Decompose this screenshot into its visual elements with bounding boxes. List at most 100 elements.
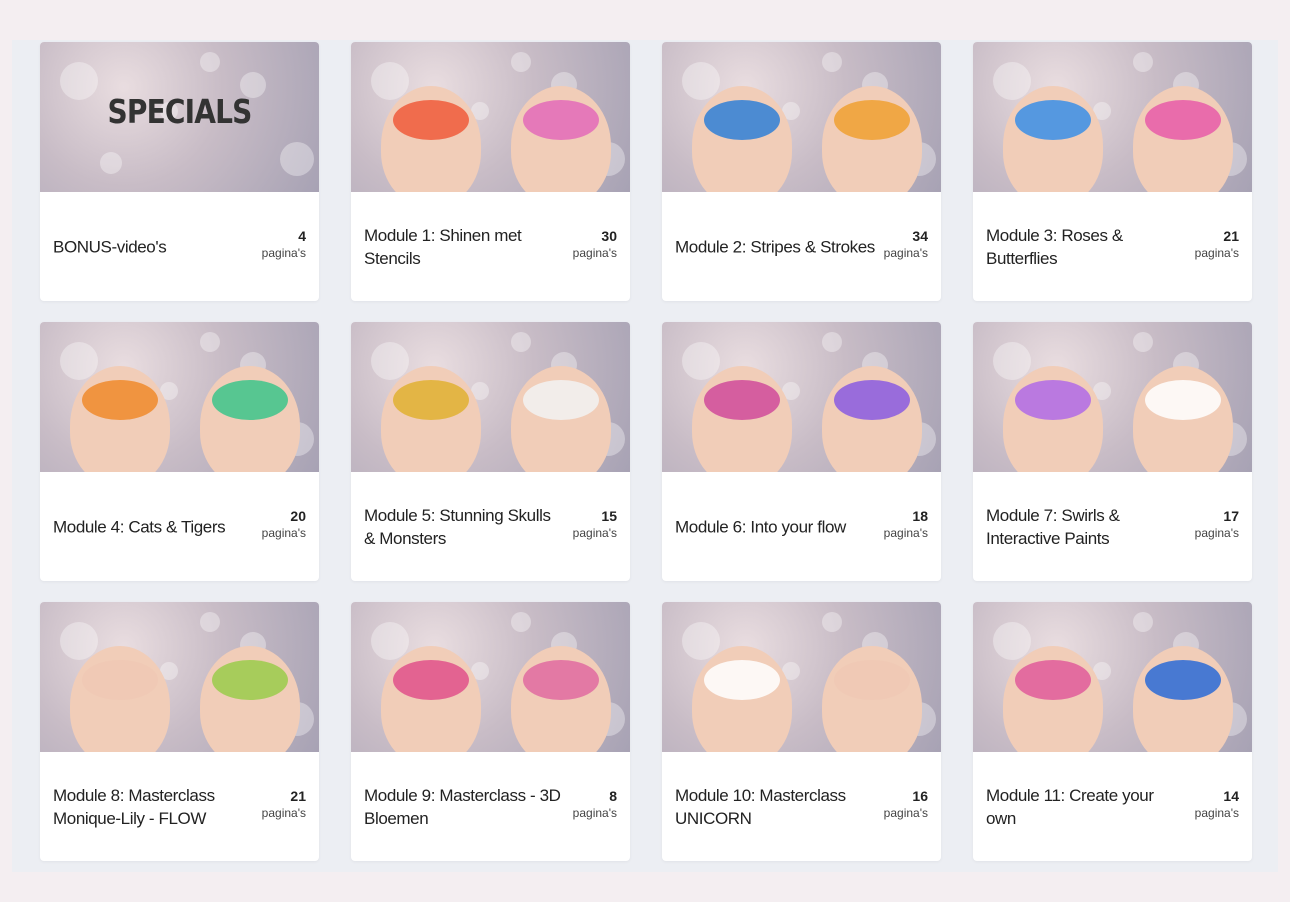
face-paint [82,380,158,420]
face-photo [1003,86,1103,192]
module-title[interactable]: BONUS-video's [53,235,253,258]
face-paint [834,660,910,700]
page-count-unit: pagina's [261,526,306,540]
bokeh-light [280,142,314,176]
face-paint [704,100,780,140]
thumbnail-title: SPECIALS [107,92,253,131]
module-thumbnail[interactable] [662,322,941,472]
face-paint [393,380,469,420]
module-title[interactable]: Module 11: Create your own [986,784,1186,830]
module-thumbnail[interactable] [351,42,630,192]
module-thumbnail[interactable] [973,322,1252,472]
page-count-number: 17 [1223,508,1239,524]
module-card-3[interactable]: Module 2: Stripes & Strokes 34 pagina's [662,42,941,301]
module-info: Module 1: Shinen met Stencils 30 pagina'… [351,192,630,301]
module-thumbnail[interactable] [40,602,319,752]
face-photo [381,86,481,192]
module-info: Module 5: Stunning Skulls & Monsters 15 … [351,472,630,581]
page-count-unit: pagina's [1194,806,1239,820]
face-photo [692,86,792,192]
module-card-8[interactable]: Module 7: Swirls & Interactive Paints 17… [973,322,1252,581]
face-paint [523,380,599,420]
page-count-unit: pagina's [261,246,306,260]
module-thumbnail[interactable] [973,42,1252,192]
face-paint [523,660,599,700]
face-photo [1133,646,1233,752]
face-paint [393,660,469,700]
page-count-unit: pagina's [1194,526,1239,540]
face-paint [834,100,910,140]
face-paint [212,660,288,700]
face-photo [1003,646,1103,752]
face-paint [212,380,288,420]
module-card-4[interactable]: Module 3: Roses & Butterflies 21 pagina'… [973,42,1252,301]
module-info: Module 3: Roses & Butterflies 21 pagina'… [973,192,1252,301]
module-card-5[interactable]: Module 4: Cats & Tigers 20 pagina's [40,322,319,581]
page-count-number: 21 [290,788,306,804]
module-title[interactable]: Module 3: Roses & Butterflies [986,224,1186,270]
module-title[interactable]: Module 6: Into your flow [675,515,875,538]
face-paint [393,100,469,140]
module-title[interactable]: Module 7: Swirls & Interactive Paints [986,504,1186,550]
module-card-12[interactable]: Module 11: Create your own 14 pagina's [973,602,1252,861]
page-count-number: 30 [601,228,617,244]
face-paint [1015,660,1091,700]
face-photo [1003,366,1103,472]
face-photo [692,366,792,472]
module-info: BONUS-video's 4 pagina's [40,192,319,301]
page-count-unit: pagina's [261,806,306,820]
module-title[interactable]: Module 8: Masterclass Monique-Lily - FLO… [53,784,253,830]
module-thumbnail[interactable] [351,322,630,472]
module-card-2[interactable]: Module 1: Shinen met Stencils 30 pagina'… [351,42,630,301]
bokeh-light [1133,52,1153,72]
face-photo [381,646,481,752]
page-count: 15 pagina's [573,507,617,541]
module-thumbnail[interactable] [973,602,1252,752]
face-photo [70,646,170,752]
page-count-number: 4 [298,228,306,244]
module-card-1[interactable]: SPECIALS BONUS-video's 4 pagina's [40,42,319,301]
page-count-number: 16 [912,788,928,804]
module-info: Module 6: Into your flow 18 pagina's [662,472,941,581]
face-paint [704,380,780,420]
module-info: Module 8: Masterclass Monique-Lily - FLO… [40,752,319,861]
module-info: Module 2: Stripes & Strokes 34 pagina's [662,192,941,301]
module-info: Module 11: Create your own 14 pagina's [973,752,1252,861]
module-thumbnail[interactable] [40,322,319,472]
page-count: 34 pagina's [884,227,928,261]
module-thumbnail[interactable] [662,42,941,192]
face-paint [1015,100,1091,140]
face-paint [834,380,910,420]
face-photo [692,646,792,752]
page-count-number: 20 [290,508,306,524]
module-card-10[interactable]: Module 9: Masterclass - 3D Bloemen 8 pag… [351,602,630,861]
face-photo [511,366,611,472]
page-count: 8 pagina's [573,787,617,821]
page-count: 4 pagina's [262,227,306,261]
module-title[interactable]: Module 2: Stripes & Strokes [675,235,875,258]
page-count-number: 14 [1223,788,1239,804]
module-card-9[interactable]: Module 8: Masterclass Monique-Lily - FLO… [40,602,319,861]
module-title[interactable]: Module 5: Stunning Skulls & Monsters [364,504,564,550]
module-thumbnail[interactable]: SPECIALS [40,42,319,192]
module-card-11[interactable]: Module 10: Masterclass UNICORN 16 pagina… [662,602,941,861]
page-count: 16 pagina's [884,787,928,821]
module-info: Module 4: Cats & Tigers 20 pagina's [40,472,319,581]
module-card-6[interactable]: Module 5: Stunning Skulls & Monsters 15 … [351,322,630,581]
page-count-number: 8 [609,788,617,804]
module-grid: SPECIALS BONUS-video's 4 pagina's Module… [40,42,1252,861]
bokeh-light [1133,332,1153,352]
module-info: Module 9: Masterclass - 3D Bloemen 8 pag… [351,752,630,861]
page-count-unit: pagina's [572,526,617,540]
module-title[interactable]: Module 4: Cats & Tigers [53,515,253,538]
module-thumbnail[interactable] [662,602,941,752]
module-title[interactable]: Module 1: Shinen met Stencils [364,224,564,270]
module-thumbnail[interactable] [351,602,630,752]
face-paint [704,660,780,700]
module-card-7[interactable]: Module 6: Into your flow 18 pagina's [662,322,941,581]
bokeh-light [200,612,220,632]
module-title[interactable]: Module 9: Masterclass - 3D Bloemen [364,784,564,830]
face-photo [200,366,300,472]
module-title[interactable]: Module 10: Masterclass UNICORN [675,784,875,830]
page-count-unit: pagina's [572,806,617,820]
